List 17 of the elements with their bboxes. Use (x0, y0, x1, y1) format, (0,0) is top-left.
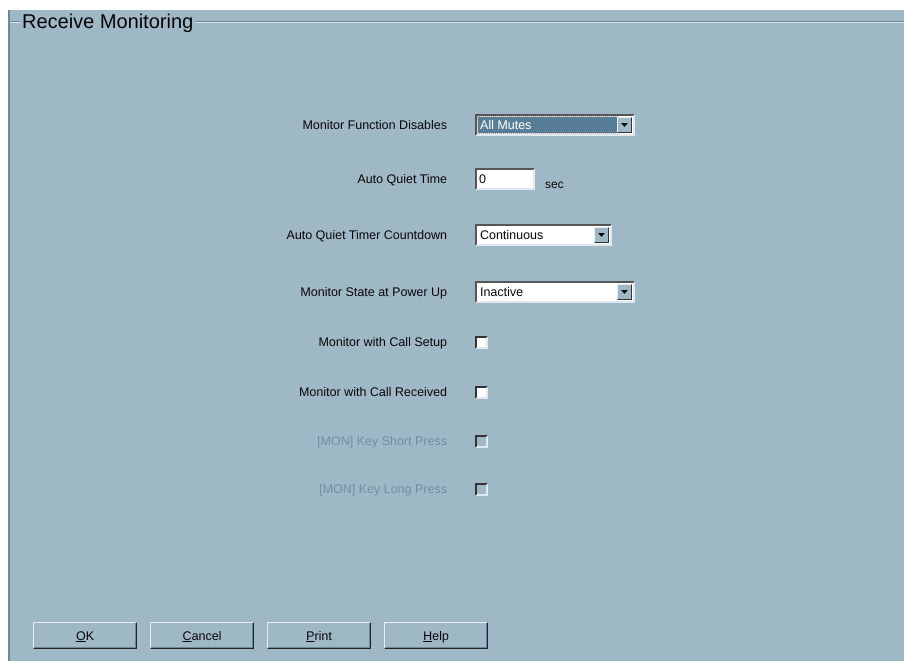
field-label: Monitor Function Disables (301, 118, 447, 132)
checkbox[interactable] (475, 336, 488, 348)
input-field[interactable]: 0 (475, 168, 535, 190)
field-label: Monitor with Call Received (298, 385, 447, 399)
dropdown[interactable]: Continuous (475, 224, 612, 246)
dialog-button[interactable]: Cancel (150, 622, 254, 649)
unit-label: sec (545, 177, 564, 191)
dialog-button[interactable]: Help (384, 622, 488, 649)
dialog-button[interactable]: OK (33, 622, 137, 649)
dropdown[interactable]: All Mutes (475, 114, 635, 136)
checkbox[interactable] (475, 386, 488, 398)
field-label: Auto Quiet Timer Countdown (286, 228, 447, 242)
field-label: Monitor with Call Setup (317, 335, 447, 349)
field-label: Monitor State at Power Up (299, 285, 447, 299)
dropdown[interactable]: Inactive (475, 281, 635, 303)
field-label: Auto Quiet Time (356, 172, 447, 186)
dialog-button[interactable]: Print (267, 622, 371, 649)
